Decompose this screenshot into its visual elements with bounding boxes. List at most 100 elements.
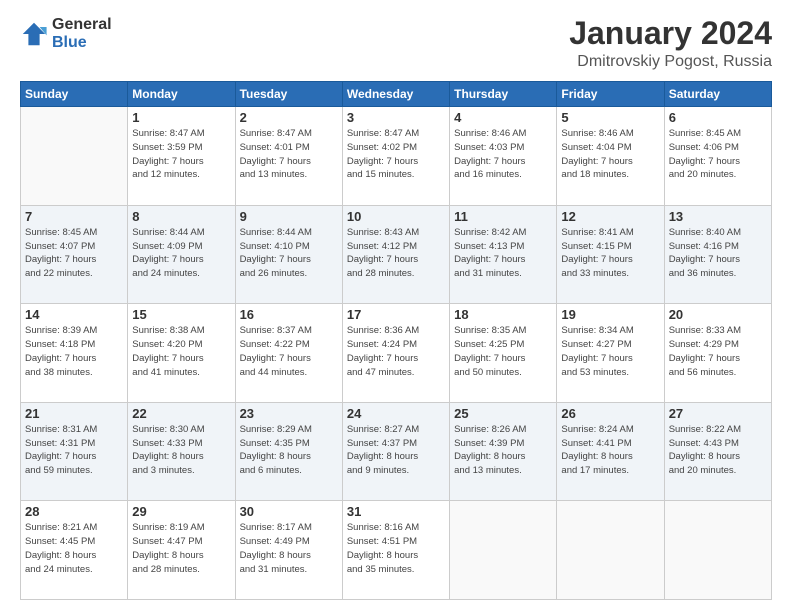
day-number: 14 (25, 307, 123, 322)
day-number: 20 (669, 307, 767, 322)
day-info: Sunrise: 8:38 AMSunset: 4:20 PMDaylight:… (132, 324, 230, 379)
day-info: Sunrise: 8:31 AMSunset: 4:31 PMDaylight:… (25, 423, 123, 478)
day-number: 13 (669, 209, 767, 224)
day-number: 11 (454, 209, 552, 224)
calendar-cell (450, 501, 557, 600)
calendar-cell: 21 Sunrise: 8:31 AMSunset: 4:31 PMDayligh… (21, 402, 128, 501)
day-number: 1 (132, 110, 230, 125)
calendar-header-monday: Monday (128, 82, 235, 107)
page: General Blue January 2024 Dmitrovskiy Po… (0, 0, 792, 612)
calendar-cell: 6 Sunrise: 8:45 AMSunset: 4:06 PMDaylight… (664, 107, 771, 206)
day-number: 22 (132, 406, 230, 421)
day-number: 5 (561, 110, 659, 125)
logo-line1: General (52, 16, 112, 34)
calendar-cell: 17Sunrise: 8:36 AMSunset: 4:24 PMDayligh… (342, 304, 449, 403)
calendar-cell: 10 Sunrise: 8:43 AMSunset: 4:12 PMDayligh… (342, 205, 449, 304)
day-number: 21 (25, 406, 123, 421)
day-number: 27 (669, 406, 767, 421)
day-number: 17 (347, 307, 445, 322)
calendar-cell: 9 Sunrise: 8:44 AMSunset: 4:10 PMDaylight… (235, 205, 342, 304)
day-info: Sunrise: 8:27 AMSunset: 4:37 PMDaylight:… (347, 423, 445, 478)
day-info: Sunrise: 8:46 AMSunset: 4:04 PMDaylight:… (561, 127, 659, 182)
day-info: Sunrise: 8:42 AMSunset: 4:13 PMDaylight:… (454, 226, 552, 281)
day-info: Sunrise: 8:39 AMSunset: 4:18 PMDaylight:… (25, 324, 123, 379)
calendar-cell: 29Sunrise: 8:19 AMSunset: 4:47 PMDayligh… (128, 501, 235, 600)
logo-text: General Blue (52, 16, 112, 52)
calendar-header-sunday: Sunday (21, 82, 128, 107)
day-info: Sunrise: 8:47 AMSunset: 4:01 PMDaylight:… (240, 127, 338, 182)
calendar-cell: 20 Sunrise: 8:33 AMSunset: 4:29 PMDayligh… (664, 304, 771, 403)
calendar-header-friday: Friday (557, 82, 664, 107)
day-info: Sunrise: 8:44 AMSunset: 4:10 PMDaylight:… (240, 226, 338, 281)
calendar-cell: 31Sunrise: 8:16 AMSunset: 4:51 PMDayligh… (342, 501, 449, 600)
day-info: Sunrise: 8:44 AMSunset: 4:09 PMDaylight:… (132, 226, 230, 281)
day-number: 6 (669, 110, 767, 125)
calendar-cell: 16 Sunrise: 8:37 AMSunset: 4:22 PMDayligh… (235, 304, 342, 403)
day-info: Sunrise: 8:29 AMSunset: 4:35 PMDaylight:… (240, 423, 338, 478)
calendar-cell: 23 Sunrise: 8:29 AMSunset: 4:35 PMDayligh… (235, 402, 342, 501)
day-info: Sunrise: 8:34 AMSunset: 4:27 PMDaylight:… (561, 324, 659, 379)
calendar-week-row: 7 Sunrise: 8:45 AMSunset: 4:07 PMDaylight… (21, 205, 772, 304)
day-info: Sunrise: 8:46 AMSunset: 4:03 PMDaylight:… (454, 127, 552, 182)
day-number: 24 (347, 406, 445, 421)
calendar-header-wednesday: Wednesday (342, 82, 449, 107)
calendar-cell: 25Sunrise: 8:26 AMSunset: 4:39 PMDayligh… (450, 402, 557, 501)
calendar-week-row: 28 Sunrise: 8:21 AMSunset: 4:45 PMDayligh… (21, 501, 772, 600)
calendar-cell: 4 Sunrise: 8:46 AMSunset: 4:03 PMDaylight… (450, 107, 557, 206)
day-number: 16 (240, 307, 338, 322)
day-info: Sunrise: 8:26 AMSunset: 4:39 PMDaylight:… (454, 423, 552, 478)
calendar-cell (557, 501, 664, 600)
day-number: 9 (240, 209, 338, 224)
calendar-cell: 22 Sunrise: 8:30 AMSunset: 4:33 PMDayligh… (128, 402, 235, 501)
calendar-header-tuesday: Tuesday (235, 82, 342, 107)
calendar-week-row: 1 Sunrise: 8:47 AMSunset: 3:59 PMDaylight… (21, 107, 772, 206)
day-info: Sunrise: 8:35 AMSunset: 4:25 PMDaylight:… (454, 324, 552, 379)
calendar-week-row: 21 Sunrise: 8:31 AMSunset: 4:31 PMDayligh… (21, 402, 772, 501)
day-info: Sunrise: 8:30 AMSunset: 4:33 PMDaylight:… (132, 423, 230, 478)
day-number: 28 (25, 504, 123, 519)
day-info: Sunrise: 8:45 AMSunset: 4:07 PMDaylight:… (25, 226, 123, 281)
day-info: Sunrise: 8:22 AMSunset: 4:43 PMDaylight:… (669, 423, 767, 478)
day-number: 30 (240, 504, 338, 519)
day-info: Sunrise: 8:47 AMSunset: 3:59 PMDaylight:… (132, 127, 230, 182)
day-number: 3 (347, 110, 445, 125)
calendar-cell: 14 Sunrise: 8:39 AMSunset: 4:18 PMDayligh… (21, 304, 128, 403)
day-info: Sunrise: 8:41 AMSunset: 4:15 PMDaylight:… (561, 226, 659, 281)
calendar-cell: 28 Sunrise: 8:21 AMSunset: 4:45 PMDayligh… (21, 501, 128, 600)
calendar-cell: 8 Sunrise: 8:44 AMSunset: 4:09 PMDaylight… (128, 205, 235, 304)
month-title: January 2024 (569, 16, 772, 51)
day-info: Sunrise: 8:33 AMSunset: 4:29 PMDaylight:… (669, 324, 767, 379)
location-title: Dmitrovskiy Pogost, Russia (569, 53, 772, 71)
calendar-cell: 30 Sunrise: 8:17 AMSunset: 4:49 PMDayligh… (235, 501, 342, 600)
day-info: Sunrise: 8:37 AMSunset: 4:22 PMDaylight:… (240, 324, 338, 379)
day-number: 10 (347, 209, 445, 224)
header: General Blue January 2024 Dmitrovskiy Po… (20, 16, 772, 71)
calendar-cell: 1 Sunrise: 8:47 AMSunset: 3:59 PMDaylight… (128, 107, 235, 206)
day-number: 15 (132, 307, 230, 322)
day-info: Sunrise: 8:24 AMSunset: 4:41 PMDaylight:… (561, 423, 659, 478)
calendar-cell: 2Sunrise: 8:47 AMSunset: 4:01 PMDaylight… (235, 107, 342, 206)
day-info: Sunrise: 8:17 AMSunset: 4:49 PMDaylight:… (240, 521, 338, 576)
calendar-cell: 26Sunrise: 8:24 AMSunset: 4:41 PMDayligh… (557, 402, 664, 501)
calendar-cell (21, 107, 128, 206)
calendar: SundayMondayTuesdayWednesdayThursdayFrid… (20, 81, 772, 600)
day-number: 8 (132, 209, 230, 224)
day-info: Sunrise: 8:47 AMSunset: 4:02 PMDaylight:… (347, 127, 445, 182)
logo-line2: Blue (52, 34, 112, 52)
day-number: 12 (561, 209, 659, 224)
day-number: 23 (240, 406, 338, 421)
day-info: Sunrise: 8:43 AMSunset: 4:12 PMDaylight:… (347, 226, 445, 281)
calendar-cell: 19 Sunrise: 8:34 AMSunset: 4:27 PMDayligh… (557, 304, 664, 403)
day-info: Sunrise: 8:16 AMSunset: 4:51 PMDaylight:… (347, 521, 445, 576)
day-number: 4 (454, 110, 552, 125)
day-info: Sunrise: 8:45 AMSunset: 4:06 PMDaylight:… (669, 127, 767, 182)
calendar-header-row: SundayMondayTuesdayWednesdayThursdayFrid… (21, 82, 772, 107)
day-info: Sunrise: 8:21 AMSunset: 4:45 PMDaylight:… (25, 521, 123, 576)
day-number: 18 (454, 307, 552, 322)
calendar-week-row: 14 Sunrise: 8:39 AMSunset: 4:18 PMDayligh… (21, 304, 772, 403)
day-number: 19 (561, 307, 659, 322)
day-number: 7 (25, 209, 123, 224)
calendar-cell: 5 Sunrise: 8:46 AMSunset: 4:04 PMDaylight… (557, 107, 664, 206)
calendar-header-saturday: Saturday (664, 82, 771, 107)
calendar-cell: 11 Sunrise: 8:42 AMSunset: 4:13 PMDayligh… (450, 205, 557, 304)
